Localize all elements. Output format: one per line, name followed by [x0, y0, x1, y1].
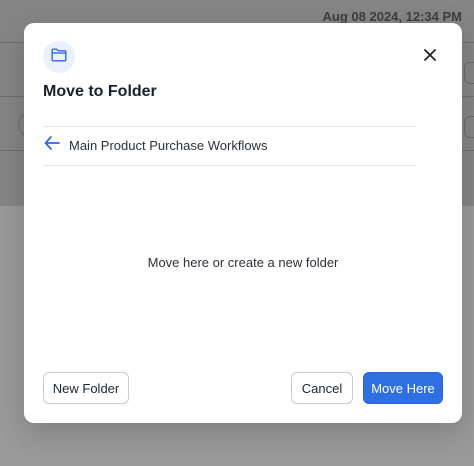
current-folder-name: Main Product Purchase Workflows [69, 137, 268, 153]
divider [43, 165, 415, 166]
breadcrumb: Main Product Purchase Workflows [43, 135, 415, 155]
new-folder-button[interactable]: New Folder [43, 372, 129, 404]
folder-icon [51, 48, 67, 67]
empty-folder-message: Move here or create a new folder [147, 255, 339, 270]
modal-title: Move to Folder [43, 83, 157, 100]
move-here-button[interactable]: Move Here [363, 372, 443, 404]
cancel-button[interactable]: Cancel [291, 372, 353, 404]
background-control [464, 62, 474, 84]
arrow-left-icon [44, 135, 60, 155]
close-button[interactable] [420, 47, 440, 67]
close-icon [424, 48, 436, 66]
move-to-folder-modal: Move to Folder Main Product Purchase Wor… [24, 23, 462, 423]
folder-icon-badge [43, 41, 75, 73]
background-timestamp: Aug 08 2024, 12:34 PM [322, 9, 462, 24]
divider [43, 126, 415, 127]
back-button[interactable] [43, 135, 61, 155]
background-control [464, 116, 474, 138]
